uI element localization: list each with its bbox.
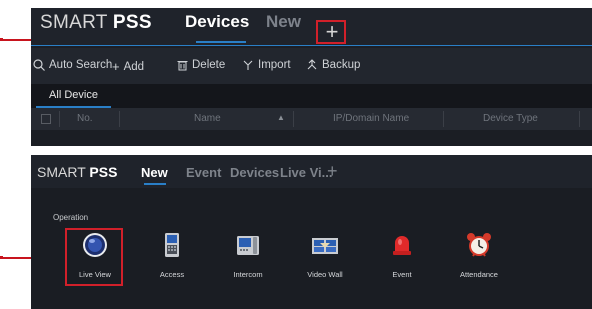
search-icon <box>33 59 45 71</box>
active-tab-indicator <box>144 183 166 185</box>
column-separator <box>119 111 120 127</box>
column-separator <box>579 111 580 127</box>
devices-window: SMART PSS Devices New + Auto Search + Ad… <box>31 8 592 146</box>
backup-label: Backup <box>322 59 361 71</box>
column-header-no[interactable]: No. <box>77 113 93 124</box>
import-icon <box>243 60 253 70</box>
app-access[interactable]: Access <box>142 227 202 287</box>
column-header-device-type[interactable]: Device Type <box>483 113 538 124</box>
app-video-wall[interactable]: Video Wall <box>295 227 355 287</box>
app-label: Video Wall <box>307 270 343 279</box>
trash-icon <box>177 61 188 71</box>
app-logo: SMART PSS <box>40 12 152 33</box>
auto-search-label: Auto Search <box>49 59 113 71</box>
add-tab-icon[interactable]: + <box>327 161 338 182</box>
tab-new[interactable]: New <box>266 12 301 32</box>
backup-icon <box>307 59 317 70</box>
active-tab-indicator <box>196 39 246 43</box>
tab-devices[interactable]: Devices <box>185 12 249 32</box>
intercom-icon <box>237 236 259 255</box>
app-label: Attendance <box>460 270 498 279</box>
tab-all-device[interactable]: All Device <box>36 84 111 108</box>
app-event[interactable]: Event <box>372 227 432 287</box>
access-icon <box>165 233 179 257</box>
backup-button[interactable]: Backup <box>306 59 360 71</box>
tab-event[interactable]: Event <box>186 165 221 180</box>
app-label: Access <box>159 270 185 279</box>
import-label: Import <box>258 59 291 71</box>
select-all-checkbox[interactable] <box>41 114 51 124</box>
column-header-ip[interactable]: IP/Domain Name <box>333 113 409 124</box>
tab-new[interactable]: New <box>141 165 168 180</box>
column-header-name[interactable]: Name <box>194 113 221 124</box>
app-logo: SMART PSS <box>37 164 118 180</box>
app-intercom[interactable]: Intercom <box>218 227 278 287</box>
column-separator <box>293 111 294 127</box>
column-separator <box>443 111 444 127</box>
device-table-body <box>31 130 592 146</box>
column-separator <box>59 111 60 127</box>
new-tab-window: SMART PSS New Event Devices Live Vi... +… <box>31 155 592 309</box>
app-attendance[interactable]: Attendance <box>449 227 509 287</box>
video-wall-icon <box>312 238 338 254</box>
event-icon <box>393 236 411 255</box>
sort-ascending-icon[interactable]: ▲ <box>277 113 285 122</box>
delete-button[interactable]: Delete <box>177 59 225 71</box>
app-label: Event <box>392 270 412 279</box>
toolbar: Auto Search + Add Delete Import Backup <box>31 48 592 84</box>
attendance-icon <box>467 233 491 257</box>
section-title-operation: Operation <box>53 213 89 222</box>
import-button[interactable]: Import <box>242 59 291 71</box>
title-bar: SMART PSS Devices New + <box>31 8 592 46</box>
device-filter-bar: All Device <box>31 84 592 108</box>
title-bar: SMART PSS New Event Devices Live Vi... + <box>31 155 592 188</box>
auto-search-button[interactable]: Auto Search <box>33 59 112 71</box>
delete-label: Delete <box>192 59 226 71</box>
add-tab-highlight <box>316 20 346 44</box>
tab-devices[interactable]: Devices <box>230 165 279 180</box>
app-label: Intercom <box>233 270 263 279</box>
tab-live-view[interactable]: Live Vi... <box>280 165 333 180</box>
live-view-highlight <box>65 228 123 286</box>
add-label: Add <box>123 60 145 73</box>
plus-icon: + <box>112 59 120 74</box>
title-bar-divider <box>31 45 592 46</box>
add-button[interactable]: + Add <box>112 59 144 74</box>
device-table-header: No. Name ▲ IP/Domain Name Device Type <box>31 108 592 130</box>
